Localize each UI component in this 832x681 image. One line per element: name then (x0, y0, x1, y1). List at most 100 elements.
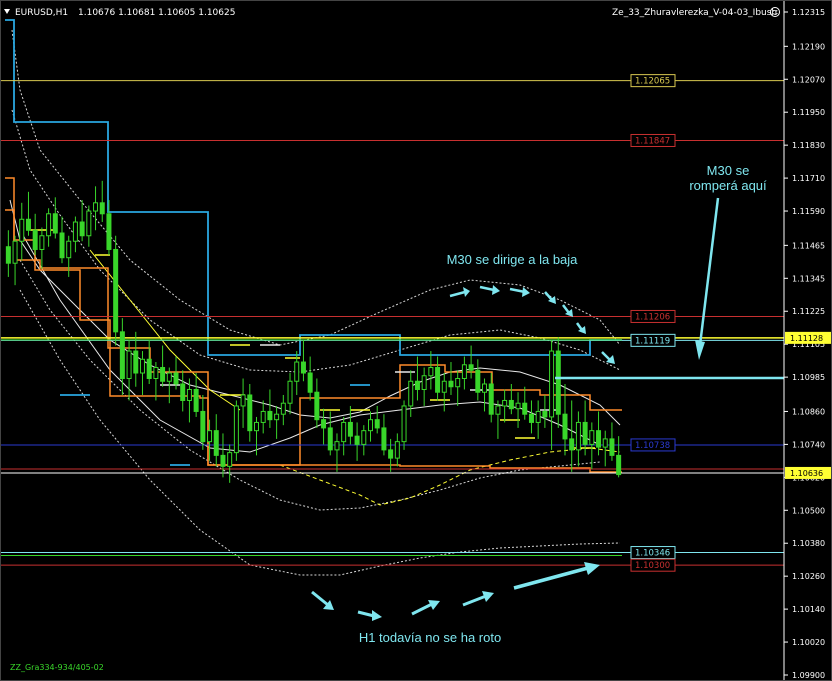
y-tick-label: 1.10020 (792, 638, 825, 647)
candle-body (173, 372, 179, 385)
y-tick-label: 1.10860 (792, 407, 825, 416)
candle-body (220, 454, 226, 467)
level-label-text: 1.10346 (635, 549, 670, 559)
candle-body (160, 367, 166, 382)
chart-symbol: EURUSD,H1 (15, 8, 68, 18)
annotation-h1-not-broken: H1 todavía no se ha roto (359, 630, 501, 645)
candle-body (401, 405, 407, 443)
candle-body (334, 441, 340, 451)
candle-body (602, 438, 608, 448)
candle-body (86, 210, 92, 237)
candle-body (408, 380, 414, 407)
level-label-text: 1.10300 (635, 561, 670, 571)
candle-body (455, 378, 461, 388)
candle-body (25, 218, 31, 231)
candle-body (495, 405, 501, 415)
footer-tag: ZZ_Gra334-934/405-02 (10, 663, 104, 672)
y-tick-label: 1.10985 (792, 373, 825, 382)
candle-body (240, 394, 246, 407)
candle-body (428, 367, 434, 377)
candle-body (280, 402, 286, 415)
candle-body (549, 350, 555, 418)
candle-body (381, 427, 387, 451)
candle-body (260, 410, 266, 423)
candle-body (200, 410, 206, 443)
candle-body (300, 361, 306, 374)
candle-body (294, 361, 300, 382)
candle-body (274, 413, 280, 421)
candle-body (146, 358, 152, 380)
candle-body (488, 383, 494, 415)
candle-body (555, 350, 561, 415)
y-tick-label: 1.10500 (792, 506, 825, 515)
candle-body (374, 419, 380, 429)
candle-body (79, 221, 85, 237)
price-chart[interactable]: M30 se romperá aquí M30 se dirige a la b… (0, 0, 832, 681)
candle-body (287, 380, 293, 404)
candle-body (213, 430, 219, 456)
y-tick-label: 1.09900 (792, 671, 825, 680)
candle-body (119, 331, 125, 380)
candle-body (508, 399, 514, 410)
candle-body (113, 248, 119, 333)
candle-body (589, 430, 595, 445)
candle-body (435, 367, 441, 393)
candle-body (414, 380, 420, 390)
candle-body (354, 435, 360, 445)
candle-body (153, 367, 159, 380)
candle-body (99, 202, 105, 215)
candle-body (609, 438, 615, 456)
candle-body (596, 430, 602, 448)
candle-body (32, 229, 38, 250)
level-label-text: 1.11119 (635, 336, 670, 346)
candle (233, 400, 239, 461)
candle-body (180, 383, 186, 401)
candle-body (227, 452, 233, 467)
candle-body (441, 380, 447, 393)
candle-body (616, 454, 622, 476)
y-tick-label: 1.11465 (792, 241, 825, 250)
level-label-text: 1.11206 (635, 312, 670, 322)
candle-body (46, 213, 52, 237)
candle-body (361, 430, 367, 445)
indicator-name: Ze_33_Zhuravlerezka_V-04-03_Ibush (612, 8, 777, 18)
candle-body (193, 388, 199, 412)
candle-body (106, 213, 112, 250)
candle-body (475, 369, 481, 393)
candle-body (569, 438, 575, 451)
candle (113, 235, 119, 346)
candle (555, 337, 561, 428)
y-tick-label: 1.11710 (792, 174, 825, 183)
candle-body (368, 419, 374, 432)
annotation-m30-break-2: romperá aquí (689, 178, 767, 193)
candle-body (166, 372, 172, 382)
candle-body (253, 421, 259, 432)
ohlc-values: 1.10676 1.10681 1.10605 1.10625 (78, 8, 235, 18)
candle-body (468, 364, 474, 371)
candle-body (52, 213, 58, 234)
candle-body (186, 388, 192, 401)
candle-body (562, 413, 568, 440)
candle-body (461, 364, 467, 380)
candle-body (39, 235, 45, 250)
candle-body (66, 240, 72, 259)
candle-body (247, 394, 253, 432)
candle-body (59, 232, 65, 259)
candle-body (19, 218, 25, 242)
candle-body (542, 410, 548, 418)
candle-body (233, 405, 239, 454)
candle-body (5, 246, 11, 264)
candle-body (133, 350, 139, 374)
y-tick-label: 1.11950 (792, 108, 825, 117)
level-label-text: 1.12065 (635, 77, 670, 87)
chart-canvas[interactable]: M30 se romperá aquí M30 se dirige a la b… (0, 0, 832, 681)
y-tick-label: 1.12190 (792, 42, 825, 51)
candle-body (321, 419, 327, 429)
candle-body (341, 421, 347, 443)
candle-body (528, 413, 534, 423)
y-tick-label: 1.11345 (792, 274, 825, 283)
annotation-m30-down: M30 se dirige a la baja (447, 252, 579, 267)
candle-body (394, 441, 400, 459)
level-label-text: 1.10738 (635, 441, 670, 451)
candle-body (535, 410, 541, 423)
